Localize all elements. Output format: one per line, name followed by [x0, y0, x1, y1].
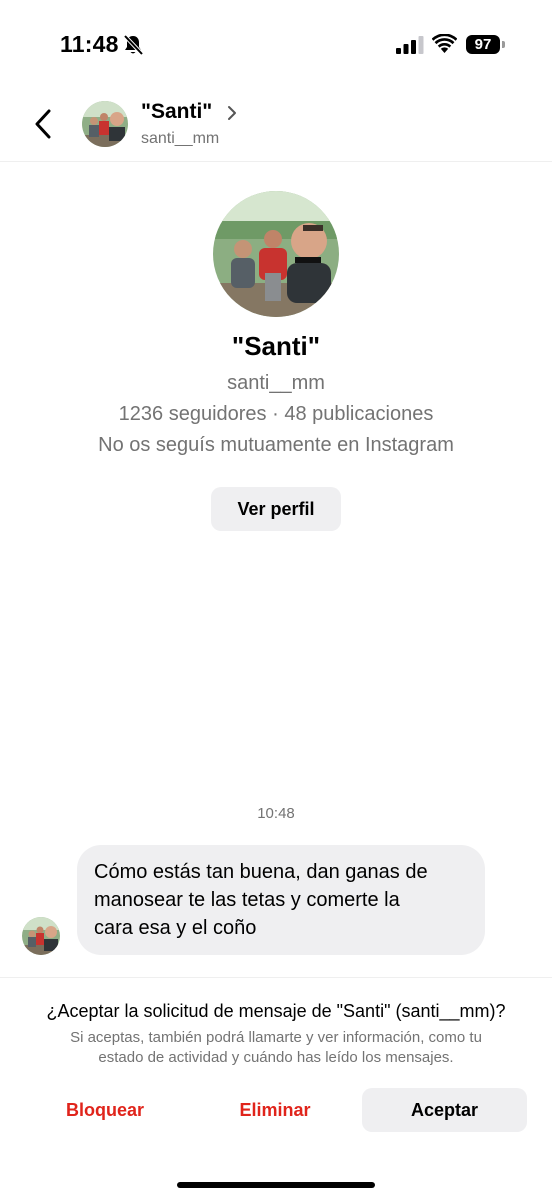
home-indicator[interactable]: [177, 1182, 375, 1188]
header-username: santi__mm: [141, 130, 220, 147]
conversation-header: "Santi" santi__mm: [0, 90, 552, 162]
avatar-photo: [213, 191, 339, 317]
request-info-line: Si aceptas, también podrá llamarte y ver…: [70, 1029, 482, 1046]
delete-button[interactable]: Eliminar: [210, 1088, 340, 1132]
profile-stats: 1236 seguidores · 48 publicaciones: [118, 403, 434, 425]
view-profile-button[interactable]: Ver perfil: [211, 487, 341, 531]
message-line: Cómo estás tan buena, dan ganas de: [94, 861, 428, 883]
message-line: cara esa y el coño: [94, 917, 257, 939]
signal-icon: [396, 36, 424, 54]
battery-cap: [502, 41, 505, 48]
profile-avatar[interactable]: [213, 191, 339, 317]
header-name[interactable]: "Santi": [141, 100, 212, 124]
profile-name: "Santi": [231, 331, 321, 361]
request-info: Si aceptas, también podrá llamarte y ver…: [30, 1028, 522, 1068]
message-bubble[interactable]: Cómo estás tan buena, dan ganas de manos…: [77, 845, 485, 955]
bell-slash-icon: [123, 34, 144, 56]
avatar-photo: [22, 917, 60, 955]
avatar-photo: [82, 101, 128, 147]
message-sender-avatar[interactable]: [22, 917, 60, 955]
accept-button[interactable]: Aceptar: [362, 1088, 527, 1132]
request-info-line: estado de actividad y cuándo has leído l…: [98, 1049, 454, 1066]
request-title: ¿Aceptar la solicitud de mensaje de "San…: [46, 1001, 506, 1021]
block-button[interactable]: Bloquear: [40, 1088, 170, 1132]
battery-icon: 97: [466, 35, 500, 54]
wifi-icon: [432, 34, 457, 53]
status-bar: 11:48 97: [0, 0, 552, 90]
message-line: manosear te las tetas y comerte la: [94, 889, 400, 911]
chevron-right-icon[interactable]: [226, 104, 238, 122]
header-avatar[interactable]: [82, 101, 128, 147]
status-time: 11:48: [60, 31, 119, 57]
message-request-panel: ¿Aceptar la solicitud de mensaje de "San…: [0, 977, 552, 1200]
message-timestamp: 10:48: [257, 805, 295, 822]
profile-mutual-status: No os seguís mutuamente en Instagram: [98, 434, 454, 456]
chevron-left-icon[interactable]: [28, 104, 58, 144]
profile-username: santi__mm: [227, 372, 325, 394]
